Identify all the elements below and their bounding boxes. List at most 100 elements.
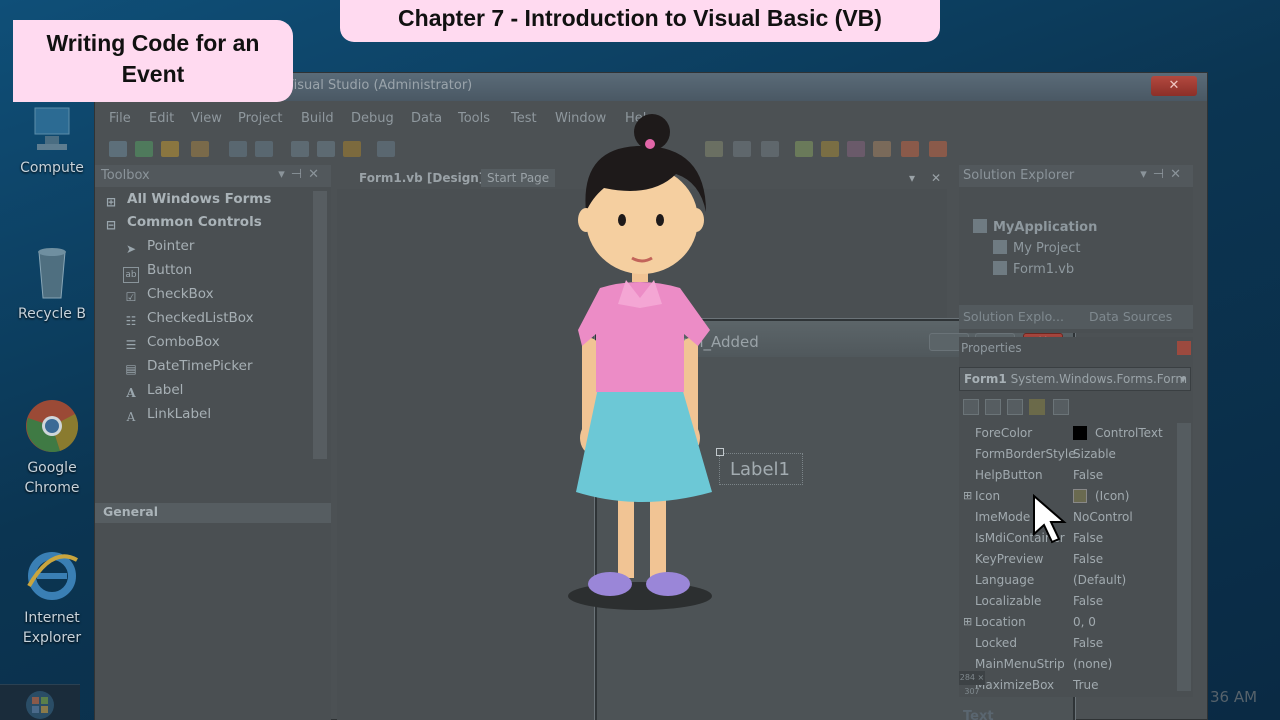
properties-header[interactable]: Properties: [959, 337, 1193, 359]
toolbar-tool-icon[interactable]: [733, 141, 751, 157]
toolbox-item-combobox[interactable]: ☰ ComboBox: [123, 334, 220, 356]
find-icon[interactable]: [377, 141, 395, 157]
tab-form1-design[interactable]: Form1.vb [Design]: [353, 169, 490, 187]
toolbox-header[interactable]: Toolbox ▾⊣✕: [95, 165, 331, 187]
toolbox-item-button[interactable]: ab Button: [123, 262, 192, 284]
expand-plus-icon[interactable]: ⊞: [963, 615, 972, 628]
property-row[interactable]: ForeColor ControlText: [959, 423, 1177, 444]
window-close-button[interactable]: ✕: [1151, 76, 1197, 96]
tab-solution-explorer[interactable]: Solution Explo...: [963, 309, 1064, 324]
menu-project[interactable]: Project: [238, 111, 282, 126]
solution-explorer-header[interactable]: Solution Explorer ▾⊣✕: [959, 165, 1193, 187]
tab-data-sources[interactable]: Data Sources: [1089, 309, 1172, 324]
se-item-label: My Project: [1013, 241, 1081, 256]
menu-file[interactable]: File: [109, 111, 131, 126]
toolbar-tool-icon[interactable]: [761, 141, 779, 157]
toolbox-group-all-windows-forms[interactable]: ⊞ All Windows Forms: [103, 191, 271, 213]
desktop-icon-computer[interactable]: Compute: [8, 104, 96, 178]
copy-icon[interactable]: [317, 141, 335, 157]
expand-plus-icon[interactable]: ⊞: [963, 489, 972, 502]
checkbox-icon: ☑: [125, 290, 137, 304]
pin-icon[interactable]: [1177, 341, 1191, 355]
toolbar-tool-icon[interactable]: [901, 141, 919, 157]
menu-build[interactable]: Build: [301, 111, 334, 126]
toolbox-item-pointer[interactable]: ➤ Pointer: [123, 238, 194, 260]
size-indicator: 284 × 307: [959, 671, 985, 696]
toolbox-panel: Toolbox ▾⊣✕ ⊞ All Windows Forms ⊟ Common C…: [95, 165, 331, 720]
property-row[interactable]: MainMenuStrip (none): [959, 654, 1177, 675]
menu-edit[interactable]: Edit: [149, 111, 174, 126]
toolbar-tool-icon[interactable]: [847, 141, 865, 157]
tab-close-icon[interactable]: ✕: [925, 169, 947, 187]
start-button[interactable]: [0, 684, 80, 720]
properties-icon[interactable]: [1007, 399, 1023, 415]
property-name: Localizable: [975, 594, 1042, 608]
property-row[interactable]: FormBorderStyle Sizable: [959, 444, 1177, 465]
desktop-icon-chrome[interactable]: Google Chrome: [8, 396, 96, 498]
paste-icon[interactable]: [343, 141, 361, 157]
categorized-icon[interactable]: [963, 399, 979, 415]
toolbox-item-label: Pointer: [147, 238, 195, 254]
property-row[interactable]: ⊞ Location 0, 0: [959, 612, 1177, 633]
properties-scrollbar[interactable]: [1177, 423, 1191, 691]
toolbar-tool-icon[interactable]: [929, 141, 947, 157]
property-row[interactable]: KeyPreview False: [959, 549, 1177, 570]
property-row[interactable]: HelpButton False: [959, 465, 1177, 486]
save-icon[interactable]: [229, 141, 247, 157]
se-item-form1[interactable]: Form1.vb: [993, 261, 1074, 277]
property-grid: ForeColor ControlText FormBorderStyle Si…: [959, 423, 1191, 693]
add-item-icon[interactable]: [135, 141, 153, 157]
menu-data[interactable]: Data: [411, 111, 442, 126]
toolbox-group-label: Common Controls: [127, 214, 262, 230]
label1-control[interactable]: Label1: [716, 448, 803, 485]
cut-icon[interactable]: [291, 141, 309, 157]
toolbar-tool-icon[interactable]: [795, 141, 813, 157]
save-all-icon[interactable]: [255, 141, 273, 157]
menu-test[interactable]: Test: [511, 111, 537, 126]
toolbox-item-checkedlistbox[interactable]: ☷ CheckedListBox: [123, 310, 254, 332]
label1-text: Label1: [730, 459, 791, 480]
menu-debug[interactable]: Debug: [351, 111, 394, 126]
panel-controls-icon[interactable]: ▾⊣✕: [278, 167, 325, 182]
toolbox-group-general[interactable]: General: [95, 503, 331, 523]
toolbox-item-label: CheckedListBox: [147, 310, 254, 326]
window-title: Visual Studio (Administrator): [285, 78, 473, 93]
se-item-solution[interactable]: MyApplication: [973, 219, 1097, 235]
desktop-icon-ie[interactable]: Internet Explorer: [8, 546, 96, 648]
toolbar-tool-icon[interactable]: [821, 141, 839, 157]
tab-start-page[interactable]: Start Page: [481, 169, 556, 187]
desktop-icon-label: Internet Explorer: [22, 610, 82, 646]
new-project-icon[interactable]: [109, 141, 127, 157]
button-icon: ab: [123, 267, 139, 283]
events-lightning-icon[interactable]: [1029, 399, 1045, 415]
property-name: FormBorderStyle: [975, 447, 1076, 461]
property-row[interactable]: Language (Default): [959, 570, 1177, 591]
open-file-icon[interactable]: [191, 141, 209, 157]
toolbar-tool-icon[interactable]: [873, 141, 891, 157]
property-row[interactable]: Localizable False: [959, 591, 1177, 612]
menu-tools[interactable]: Tools: [458, 111, 490, 126]
toolbox-item-checkbox[interactable]: ☑ CheckBox: [123, 286, 214, 308]
property-pages-icon[interactable]: [1053, 399, 1069, 415]
desktop-icon-recycle-bin[interactable]: Recycle B: [8, 244, 96, 324]
toolbox-scrollbar[interactable]: [313, 191, 327, 459]
topic-banner: Writing Code for an Event: [13, 20, 293, 102]
property-name: KeyPreview: [975, 552, 1044, 566]
se-item-my-project[interactable]: My Project: [993, 240, 1081, 256]
properties-panel: Properties Form1 System.Windows.Forms.Fo…: [959, 337, 1193, 697]
toolbox-item-label: Button: [147, 262, 193, 278]
property-row[interactable]: Locked False: [959, 633, 1177, 654]
mouse-cursor-icon: [1033, 494, 1067, 544]
tab-dropdown-icon[interactable]: ▾: [903, 169, 921, 187]
alphabetical-icon[interactable]: [985, 399, 1001, 415]
properties-object-selector[interactable]: Form1 System.Windows.Forms.Form ▾: [959, 367, 1191, 391]
desktop-icon-label: Recycle B: [18, 306, 86, 322]
property-row[interactable]: MaximizeBox True: [959, 675, 1177, 691]
open-folder-icon[interactable]: [161, 141, 179, 157]
toolbox-item-datetimepicker[interactable]: ▤ DateTimePicker: [123, 358, 252, 380]
menu-view[interactable]: View: [191, 111, 222, 126]
toolbox-item-linklabel[interactable]: A LinkLabel: [123, 406, 211, 428]
toolbox-item-label[interactable]: A Label: [123, 382, 183, 404]
panel-controls-icon[interactable]: ▾⊣✕: [1140, 167, 1187, 182]
toolbox-group-common-controls[interactable]: ⊟ Common Controls: [103, 214, 262, 236]
